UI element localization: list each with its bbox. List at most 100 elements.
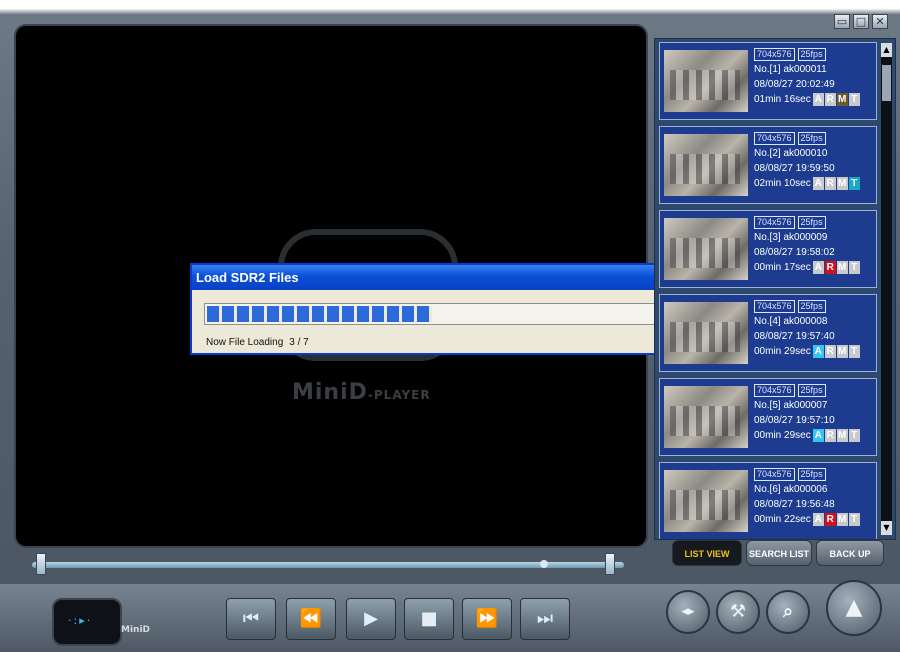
file-duration: 00min 17sec bbox=[754, 262, 811, 273]
restore-button[interactable]: □ bbox=[853, 14, 869, 29]
file-duration: 00min 22sec bbox=[754, 514, 811, 525]
file-info: 704x576 25fps No.[5] ak000007 08/08/27 19:5… bbox=[754, 383, 861, 443]
flag-a-badge: A bbox=[812, 177, 824, 190]
fps-badge: 25fps bbox=[797, 384, 826, 397]
flag-r-badge: R bbox=[824, 93, 836, 106]
brand-logo-icon: ·:▸· bbox=[68, 614, 93, 627]
fast-forward-button[interactable]: ⏩ bbox=[462, 598, 512, 640]
tab-list-view[interactable]: LIST VIEW bbox=[672, 540, 742, 566]
file-list-item[interactable]: 704x576 25fps No.[3] ak000009 08/08/27 19:5… bbox=[659, 210, 877, 288]
file-datetime: 08/08/27 20:02:49 bbox=[754, 79, 835, 90]
flag-m-badge: M bbox=[836, 93, 848, 106]
event-flags: ARMT bbox=[812, 428, 861, 443]
file-name: No.[6] ak000006 bbox=[754, 484, 828, 495]
flag-m-badge: M bbox=[836, 429, 848, 442]
recording-thumbnail bbox=[664, 386, 748, 448]
fps-badge: 25fps bbox=[797, 300, 826, 313]
flag-r-badge: R bbox=[824, 177, 836, 190]
tab-search-list[interactable]: SEARCH LIST bbox=[746, 540, 812, 566]
audio-balance-button[interactable]: ◂▸ bbox=[666, 590, 710, 634]
recording-thumbnail bbox=[664, 134, 748, 196]
file-duration: 02min 10sec bbox=[754, 178, 811, 189]
minimize-button[interactable]: ▭ bbox=[834, 14, 850, 29]
eject-button[interactable]: ▲ bbox=[826, 580, 882, 636]
tools-button[interactable]: ⚒ bbox=[716, 590, 760, 634]
flag-r-badge: R bbox=[824, 429, 836, 442]
flag-t-badge: T bbox=[848, 513, 860, 526]
flag-r-badge: R bbox=[824, 345, 836, 358]
flag-a-badge: A bbox=[812, 429, 824, 442]
file-info: 704x576 25fps No.[1] ak000011 08/08/27 20:0… bbox=[754, 47, 861, 107]
brand-logo: ·:▸· bbox=[52, 598, 122, 646]
fps-badge: 25fps bbox=[797, 132, 826, 145]
resolution-badge: 704x576 bbox=[754, 384, 795, 397]
file-datetime: 08/08/27 19:56:48 bbox=[754, 499, 835, 510]
file-datetime: 08/08/27 19:58:02 bbox=[754, 247, 835, 258]
file-list-item[interactable]: 704x576 25fps No.[2] ak000010 08/08/27 19:5… bbox=[659, 126, 877, 204]
file-name: No.[2] ak000010 bbox=[754, 148, 828, 159]
player-logo-text: MiniD-PLAYER bbox=[292, 380, 431, 405]
file-datetime: 08/08/27 19:57:10 bbox=[754, 415, 835, 426]
file-list-item[interactable]: 704x576 25fps No.[4] ak000008 08/08/27 19:5… bbox=[659, 294, 877, 372]
event-flags: ARMT bbox=[812, 512, 861, 527]
skip-first-button[interactable]: ⏮ bbox=[226, 598, 276, 640]
flag-m-badge: M bbox=[836, 345, 848, 358]
file-duration: 01min 16sec bbox=[754, 94, 811, 105]
file-datetime: 08/08/27 19:59:50 bbox=[754, 163, 835, 174]
flag-t-badge: T bbox=[848, 177, 860, 190]
file-duration: 00min 29sec bbox=[754, 430, 811, 441]
dialog-title: Load SDR2 Files bbox=[192, 265, 718, 290]
event-flags: ARMT bbox=[812, 176, 861, 191]
fps-badge: 25fps bbox=[797, 468, 826, 481]
flag-r-badge: R bbox=[824, 513, 836, 526]
flag-t-badge: T bbox=[848, 429, 860, 442]
file-info: 704x576 25fps No.[2] ak000010 08/08/27 19:5… bbox=[754, 131, 861, 191]
logo-sub: -PLAYER bbox=[367, 388, 431, 402]
play-button[interactable]: ▶ bbox=[346, 598, 396, 640]
file-name: No.[1] ak000011 bbox=[754, 64, 827, 75]
scroll-down-icon[interactable]: ▼ bbox=[881, 521, 892, 535]
stop-button[interactable]: ■ bbox=[404, 598, 454, 640]
list-scrollbar[interactable]: ▲ ▼ bbox=[881, 43, 892, 535]
load-files-dialog: Load SDR2 Files Now File Loading 3 / 7 bbox=[190, 263, 720, 355]
file-list-item[interactable]: 704x576 25fps No.[6] ak000006 08/08/27 19:5… bbox=[659, 462, 877, 539]
file-list-item[interactable]: 704x576 25fps No.[5] ak000007 08/08/27 19:5… bbox=[659, 378, 877, 456]
loading-count: 3 / 7 bbox=[289, 337, 309, 348]
timeline-handle[interactable] bbox=[36, 553, 46, 575]
resolution-badge: 704x576 bbox=[754, 468, 795, 481]
flag-m-badge: M bbox=[836, 513, 848, 526]
timeline-track[interactable] bbox=[32, 562, 624, 568]
tab-back-up[interactable]: BACK UP bbox=[816, 540, 884, 566]
event-flags: ARMT bbox=[812, 344, 861, 359]
file-name: No.[5] ak000007 bbox=[754, 400, 828, 411]
flag-a-badge: A bbox=[812, 345, 824, 358]
fps-badge: 25fps bbox=[797, 216, 826, 229]
file-list-item[interactable]: 704x576 25fps No.[1] ak000011 08/08/27 20:0… bbox=[659, 42, 877, 120]
flag-t-badge: T bbox=[848, 93, 860, 106]
loading-status: Now File Loading 3 / 7 bbox=[206, 337, 309, 348]
close-button[interactable]: ✕ bbox=[872, 14, 888, 29]
loading-progress-bar bbox=[204, 303, 708, 325]
zoom-button[interactable]: ⌕ bbox=[766, 590, 810, 634]
recording-thumbnail bbox=[664, 218, 748, 280]
volume-handle[interactable] bbox=[605, 553, 615, 575]
volume-icon bbox=[540, 560, 548, 568]
file-duration: 00min 29sec bbox=[754, 346, 811, 357]
recording-thumbnail bbox=[664, 50, 748, 112]
rewind-button[interactable]: ⏪ bbox=[286, 598, 336, 640]
flag-t-badge: T bbox=[848, 345, 860, 358]
flag-a-badge: A bbox=[812, 261, 824, 274]
loading-status-label: Now File Loading bbox=[206, 337, 284, 348]
flag-t-badge: T bbox=[848, 261, 860, 274]
player-window: ▭ □ ✕ MiniD-PLAYER Load SDR2 Files Now F… bbox=[0, 0, 900, 652]
flag-m-badge: M bbox=[836, 177, 848, 190]
scroll-thumb[interactable] bbox=[882, 65, 891, 101]
flag-r-badge: R bbox=[824, 261, 836, 274]
resolution-badge: 704x576 bbox=[754, 300, 795, 313]
skip-last-button[interactable]: ⏭ bbox=[520, 598, 570, 640]
logo-main: MiniD bbox=[292, 380, 368, 405]
flag-a-badge: A bbox=[812, 513, 824, 526]
file-info: 704x576 25fps No.[6] ak000006 08/08/27 19:5… bbox=[754, 467, 861, 527]
scroll-up-icon[interactable]: ▲ bbox=[881, 43, 892, 57]
file-info: 704x576 25fps No.[4] ak000008 08/08/27 19:5… bbox=[754, 299, 861, 359]
